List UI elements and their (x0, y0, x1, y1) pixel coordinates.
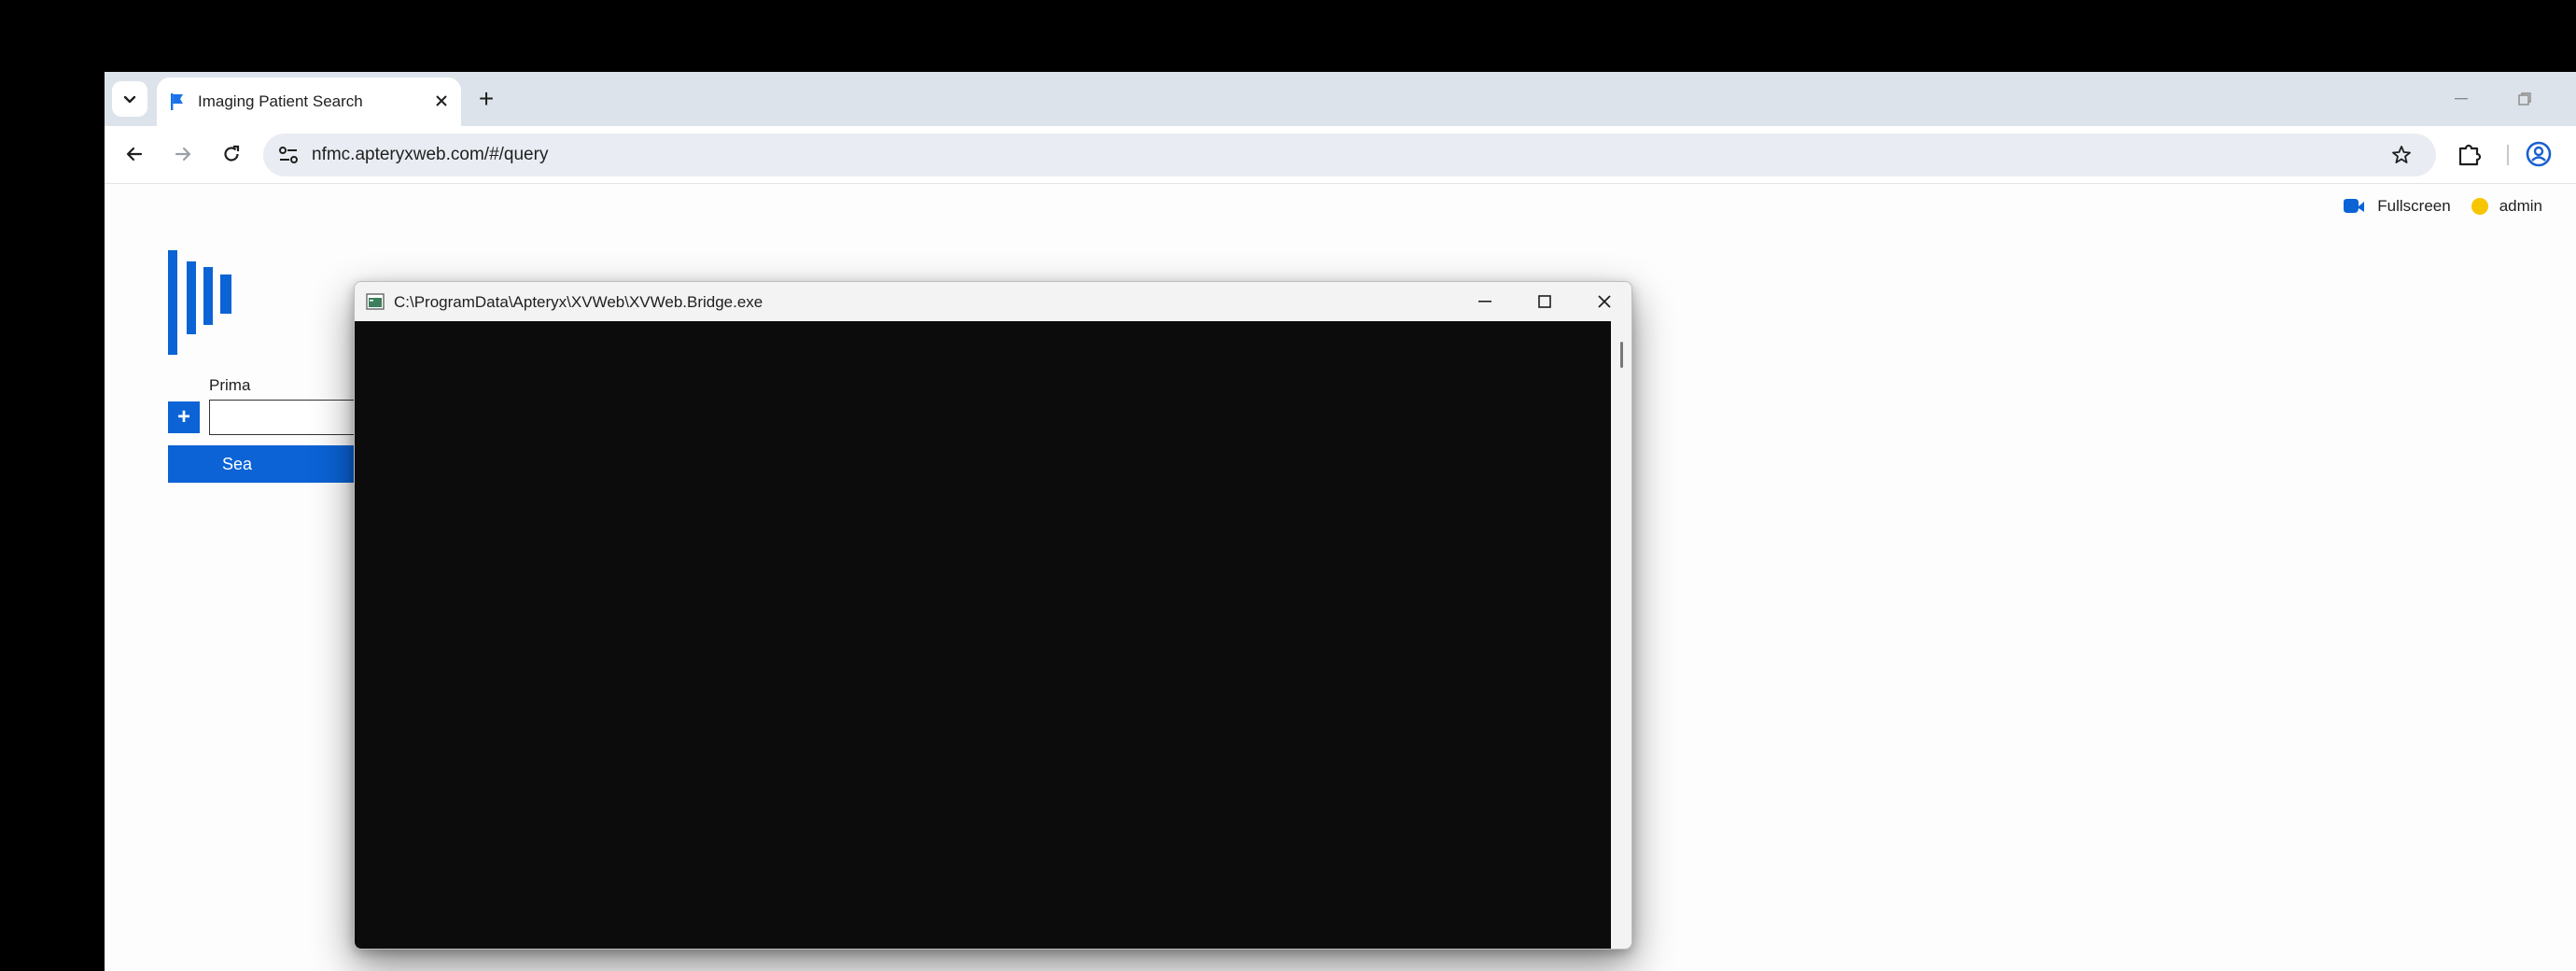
tab-close-button[interactable] (427, 87, 455, 115)
url-text[interactable]: nfmc.apteryxweb.com/#/query (312, 145, 548, 165)
minimize-icon (1478, 301, 1491, 303)
arrow-left-icon (126, 147, 143, 162)
browser-tab[interactable]: Imaging Patient Search (157, 77, 461, 126)
back-button[interactable] (118, 137, 151, 171)
maximize-icon (1538, 295, 1551, 308)
console-minimize-button[interactable] (1462, 286, 1508, 317)
primary-field-label: Prima (209, 376, 251, 394)
tab-title: Imaging Patient Search (198, 92, 363, 110)
browser-window: Imaging Patient Search + nfmc.apteryxweb… (105, 72, 2576, 971)
close-icon (1598, 295, 1611, 308)
user-menu[interactable]: admin (2499, 197, 2542, 216)
search-button[interactable]: Sea (168, 445, 373, 483)
restore-icon (2518, 92, 2531, 106)
site-settings-icon[interactable] (276, 144, 301, 166)
console-output[interactable] (355, 321, 1611, 949)
browser-toolbar: nfmc.apteryxweb.com/#/query (105, 126, 2576, 184)
close-icon (436, 95, 447, 106)
window-restore-button[interactable] (2511, 87, 2539, 111)
console-scrollbar[interactable] (1611, 321, 1631, 949)
console-title-bar[interactable]: C:\ProgramData\Apteryx\XVWeb\XVWeb.Bridg… (355, 282, 1631, 321)
tab-strip: Imaging Patient Search + (105, 72, 2576, 126)
new-tab-button[interactable]: + (470, 83, 502, 115)
minimize-icon (2455, 98, 2468, 100)
page-header-actions: Fullscreen admin (2342, 192, 2542, 220)
fullscreen-link[interactable]: Fullscreen (2377, 197, 2450, 216)
flag-icon (171, 93, 183, 110)
terminal-icon (366, 293, 385, 310)
console-scroll-thumb[interactable] (1620, 342, 1623, 368)
app-logo (168, 250, 231, 355)
star-icon (2392, 146, 2411, 163)
window-minimize-button[interactable] (2447, 87, 2475, 111)
puzzle-icon[interactable] (2455, 139, 2485, 169)
user-status-dot (2471, 198, 2488, 215)
reload-button[interactable] (215, 137, 248, 171)
console-title: C:\ProgramData\Apteryx\XVWeb\XVWeb.Bridg… (394, 293, 763, 311)
console-maximize-button[interactable] (1521, 286, 1568, 317)
add-criteria-button[interactable]: + (168, 401, 200, 433)
fullscreen-icon[interactable] (2342, 198, 2366, 215)
toolbar-divider (2507, 145, 2509, 165)
account-icon[interactable] (2524, 139, 2554, 169)
tab-search-button[interactable] (112, 81, 147, 117)
reload-icon (224, 145, 240, 162)
console-close-button[interactable] (1581, 286, 1628, 317)
console-window: C:\ProgramData\Apteryx\XVWeb\XVWeb.Bridg… (354, 281, 1632, 950)
chevron-down-icon (123, 95, 136, 104)
plus-icon: + (176, 404, 190, 429)
bookmark-button[interactable] (2387, 141, 2415, 169)
forward-button[interactable] (166, 137, 200, 171)
arrow-right-icon (175, 147, 191, 162)
plus-icon: + (478, 84, 495, 113)
address-bar[interactable]: nfmc.apteryxweb.com/#/query (263, 134, 2436, 176)
